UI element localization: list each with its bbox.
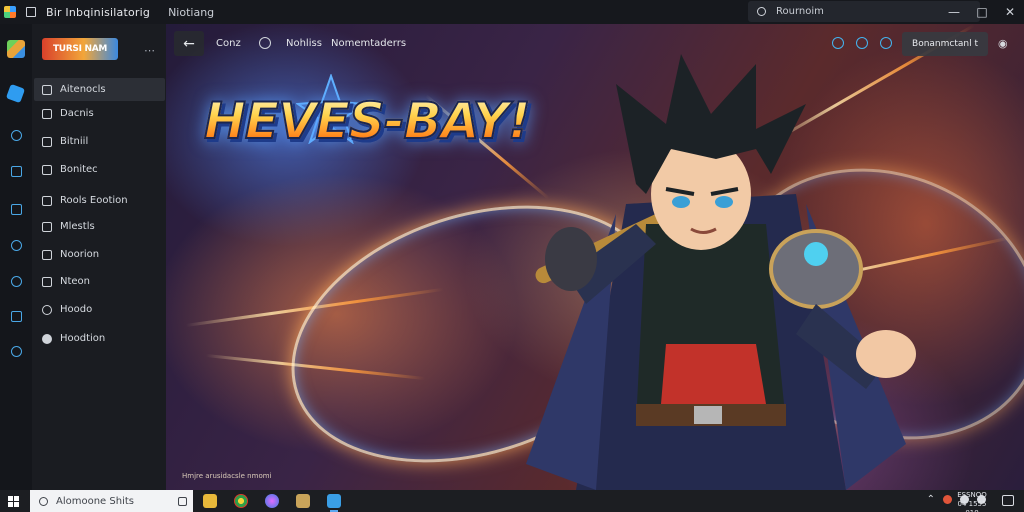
- sidebar-item-4[interactable]: Rools Eootion: [34, 189, 165, 212]
- sidebar-item-0[interactable]: Aitenocls: [34, 78, 165, 101]
- sidebar-item-label: Bitniil: [60, 136, 89, 147]
- sidebar-item-8[interactable]: Hoodo: [34, 298, 165, 321]
- nav-link-2[interactable]: Nomemtaderrs: [331, 38, 406, 49]
- sidebar-item-9[interactable]: Hoodtion: [34, 327, 165, 350]
- bookmark-icon: [42, 108, 52, 119]
- taskbar-search-text: Alomoone Shits: [56, 495, 134, 507]
- home-icon[interactable]: [5, 83, 26, 104]
- sidebar-item-label: Aitenocls: [60, 84, 106, 95]
- chevron-up-icon[interactable]: ⌃: [927, 494, 935, 505]
- title-search-text: Rournoim: [776, 6, 824, 17]
- browser-icon[interactable]: [234, 494, 248, 508]
- user-icon: [42, 221, 52, 232]
- sidebar-item-7[interactable]: Nteon: [34, 270, 165, 293]
- leaf-icon[interactable]: [9, 238, 23, 252]
- sidebar-item-label: Nteon: [60, 276, 91, 287]
- media-app-icon[interactable]: [265, 494, 279, 508]
- sidebar-item-3[interactable]: Bonitec: [34, 158, 165, 181]
- menu-icon[interactable]: [26, 7, 36, 17]
- check-circle-icon: [42, 333, 52, 344]
- close-icon[interactable]: ✕: [1004, 5, 1016, 19]
- taskbar: Alomoone Shits ⌃ ESSNOO 04 1555 010: [0, 490, 1024, 512]
- sidebar-item-1[interactable]: Dacnis: [34, 102, 165, 125]
- arrow-left-icon: ←: [183, 35, 195, 52]
- game-app-icon[interactable]: [327, 494, 341, 512]
- more-options-icon[interactable]: ⋯: [144, 44, 156, 57]
- taskbar-search[interactable]: Alomoone Shits: [30, 490, 193, 512]
- cube-logo-icon[interactable]: [7, 40, 25, 58]
- nav-link-0[interactable]: Conz: [216, 38, 241, 49]
- title-search-box[interactable]: Rournoim: [748, 1, 980, 22]
- edit-icon[interactable]: [9, 202, 23, 216]
- hero-character: [526, 54, 916, 490]
- back-button[interactable]: ←: [174, 31, 204, 56]
- title-bar: Bir Inbqinisilatorig Niotiang Rournoim —…: [0, 0, 1024, 24]
- antivirus-icon[interactable]: [943, 495, 952, 504]
- system-clock[interactable]: ESSNOO 04 1555 010: [952, 491, 992, 512]
- search-icon: [757, 7, 766, 16]
- sidebar-item-label: Bonitec: [60, 164, 98, 175]
- minimize-icon[interactable]: —: [948, 5, 960, 19]
- folder-app-icon[interactable]: [296, 494, 310, 508]
- brand-logo[interactable]: TURSI NAM: [42, 38, 118, 60]
- window-controls: — □ ✕: [948, 0, 1016, 24]
- clock-time: ESSNOO: [957, 491, 987, 499]
- sidebar-item-label: Hoodo: [60, 304, 93, 315]
- maximize-icon[interactable]: □: [976, 5, 988, 19]
- person-icon: [42, 249, 52, 260]
- sidebar-item-label: Hoodtion: [60, 333, 106, 344]
- users-icon: [42, 195, 52, 206]
- trophy-icon: [42, 276, 52, 287]
- icon-rail: [0, 24, 32, 490]
- globe-icon[interactable]: [9, 344, 23, 358]
- window-subtitle[interactable]: Niotiang: [168, 6, 214, 19]
- chat-icon: [42, 164, 52, 175]
- sidebar-item-label: Mlestls: [60, 221, 95, 232]
- sidebar-item-label: Rools Eootion: [60, 195, 128, 206]
- sidebar: TURSI NAM ⋯ Aitenocls Dacnis Bitniil Bon…: [32, 24, 166, 490]
- search-icon: [39, 496, 48, 506]
- sidebar-item-2[interactable]: Bitniil: [34, 130, 165, 153]
- clock-date: 04 1555 010: [957, 500, 987, 512]
- task-view-icon[interactable]: [178, 496, 187, 506]
- chat-bubble-icon: [42, 304, 52, 315]
- clock-icon[interactable]: [259, 37, 271, 49]
- sidebar-item-label: Noorion: [60, 249, 100, 260]
- nav-link-1[interactable]: Nohliss: [286, 38, 322, 49]
- clock-icon[interactable]: [9, 274, 23, 288]
- windows-start-icon[interactable]: [8, 495, 19, 507]
- app-icon[interactable]: [4, 6, 16, 18]
- sidebar-item-5[interactable]: Mlestls: [34, 215, 165, 238]
- hero-caption: Hmjre arusidacsle nmomi: [182, 472, 272, 480]
- file-explorer-icon[interactable]: [203, 494, 217, 508]
- window-title: Bir Inbqinisilatorig: [46, 5, 151, 19]
- monitor-icon[interactable]: [9, 164, 23, 178]
- link-icon[interactable]: [9, 128, 23, 142]
- document-icon[interactable]: [9, 309, 23, 323]
- list-icon: [42, 136, 52, 147]
- image-icon: [42, 84, 52, 95]
- sidebar-item-6[interactable]: Noorion: [34, 243, 165, 266]
- hero-banner: ← Conz Nohliss Nomemtaderrs Bonanmctanl …: [166, 24, 1024, 490]
- profile-icon[interactable]: ◉: [998, 37, 1008, 50]
- notification-icon[interactable]: [1002, 495, 1014, 506]
- sidebar-item-label: Dacnis: [60, 108, 94, 119]
